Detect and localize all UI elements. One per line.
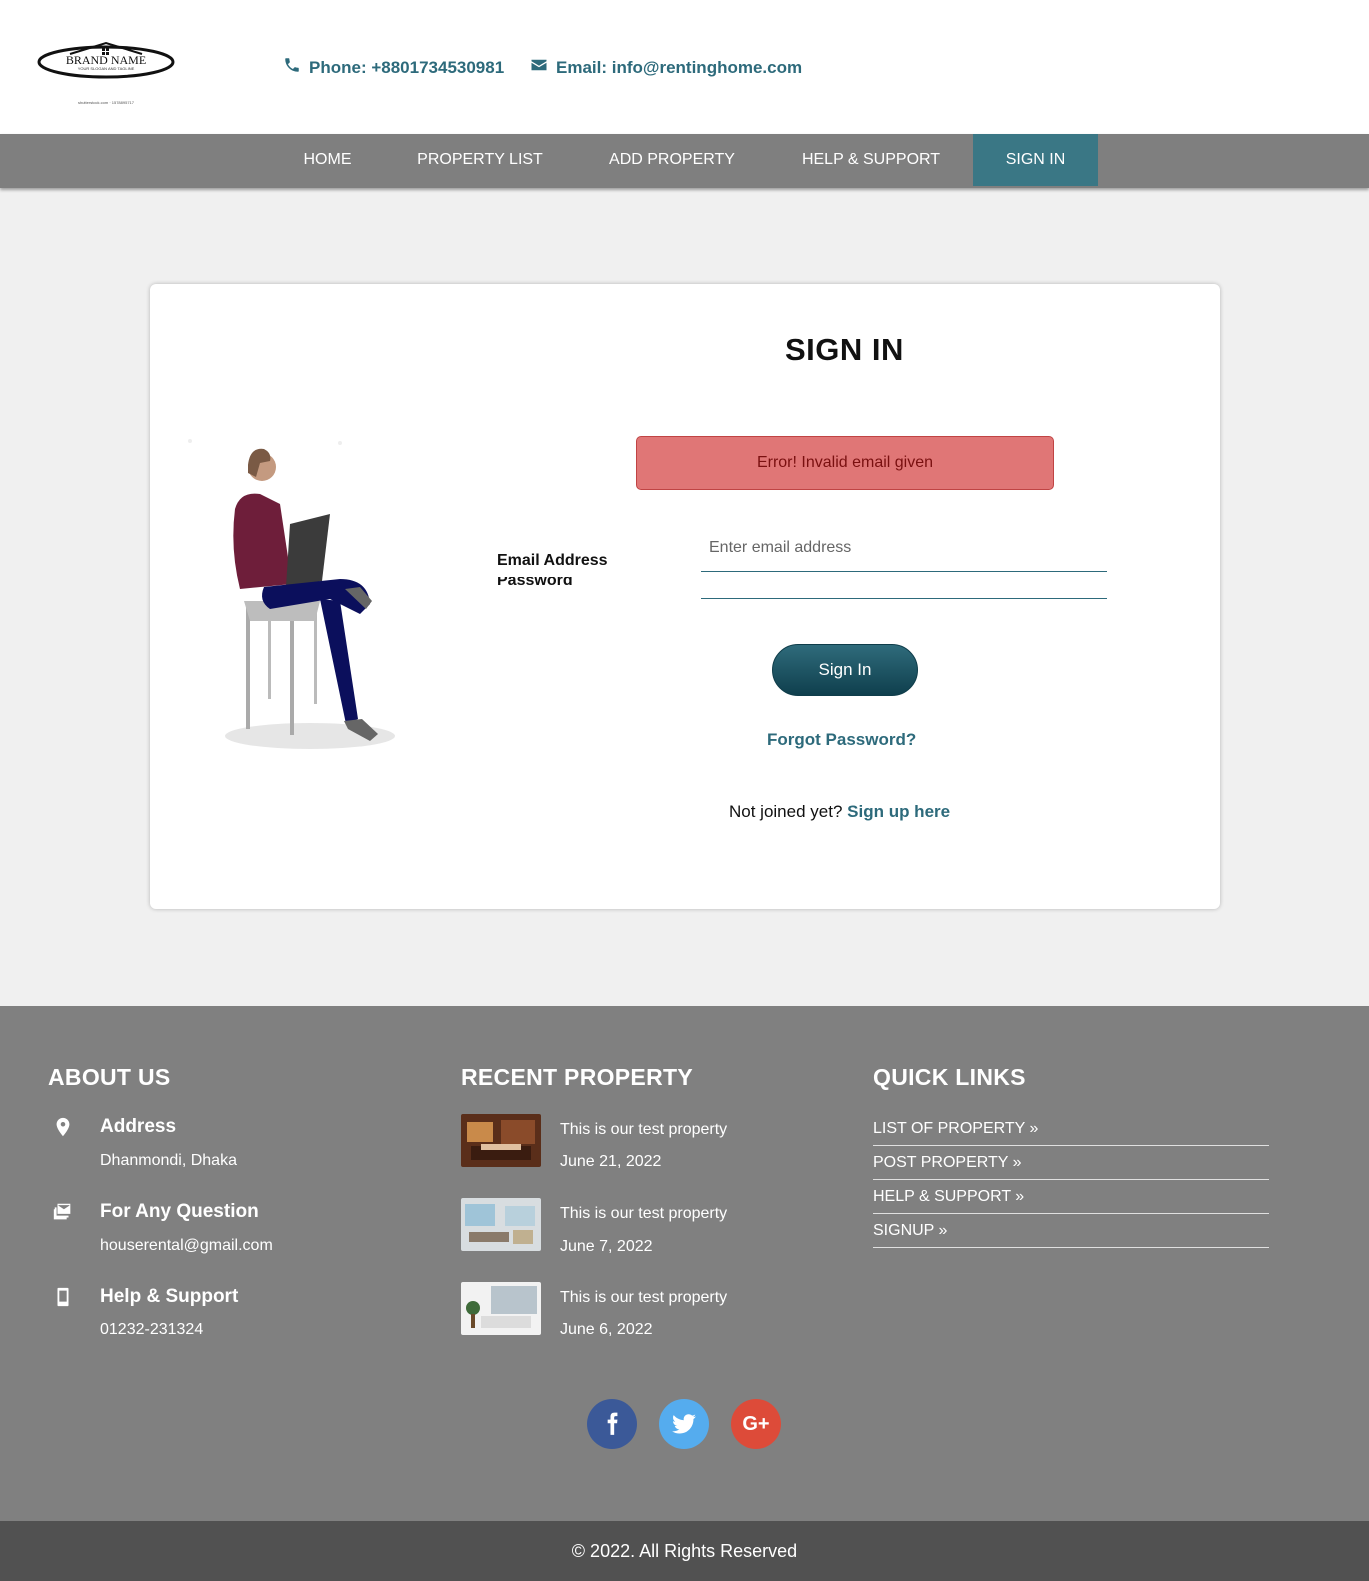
quick-link-post-property[interactable]: POST PROPERTY »: [873, 1146, 1269, 1180]
question-heading: For Any Question: [100, 1201, 259, 1222]
brand-tagline-text: YOUR SLOGAN AND TAGLINE: [78, 66, 135, 71]
recent-property-date-2: June 7, 2022: [560, 1238, 653, 1255]
top-header: BRAND NAME YOUR SLOGAN AND TAGLINE shutt…: [0, 0, 1369, 134]
help-support-phone: 01232-231324: [100, 1321, 204, 1338]
brand-credit-text: shutterstock.com · 1578895717: [78, 100, 135, 105]
map-pin-icon: [52, 1116, 74, 1138]
recent-property-date-1: June 21, 2022: [560, 1153, 662, 1170]
recent-property-title-3[interactable]: This is our test property: [560, 1289, 727, 1307]
property-thumbnail[interactable]: [461, 1114, 541, 1167]
facebook-icon[interactable]: [587, 1399, 637, 1449]
site-footer: ABOUT US Address Dhanmondi, Dhaka For An…: [0, 1006, 1369, 1521]
mail-stack-icon: [52, 1201, 74, 1223]
property-thumbnail[interactable]: [461, 1282, 541, 1335]
brand-name-text: BRAND NAME: [66, 53, 146, 67]
brand-logo[interactable]: BRAND NAME YOUR SLOGAN AND TAGLINE shutt…: [36, 38, 176, 110]
question-email[interactable]: houserental@gmail.com: [100, 1237, 273, 1255]
nav-sign-in[interactable]: SIGN IN: [973, 134, 1098, 186]
email-label: Email Address: [497, 552, 608, 569]
nav-help-support[interactable]: HELP & SUPPORT: [786, 134, 956, 186]
email-contact[interactable]: Email: info@rentinghome.com: [530, 56, 802, 79]
sign-up-link[interactable]: Sign up here: [847, 802, 950, 821]
nav-home[interactable]: HOME: [285, 134, 370, 186]
password-input[interactable]: [701, 574, 1107, 599]
copyright-bar: © 2022. All Rights Reserved: [0, 1521, 1369, 1581]
property-thumbnail[interactable]: [461, 1198, 541, 1251]
recent-property-title: RECENT PROPERTY: [461, 1064, 693, 1090]
mobile-icon: [52, 1286, 74, 1308]
nav-add-property[interactable]: ADD PROPERTY: [592, 134, 752, 186]
man-with-laptop-illustration: [180, 429, 410, 759]
not-joined-text: Not joined yet?: [729, 802, 843, 821]
main-nav: HOME PROPERTY LIST ADD PROPERTY HELP & S…: [0, 134, 1369, 188]
nav-property-list[interactable]: PROPERTY LIST: [400, 134, 560, 186]
recent-property-title-1[interactable]: This is our test property: [560, 1121, 727, 1139]
recent-property-date-3: June 6, 2022: [560, 1321, 653, 1338]
phone-contact[interactable]: Phone: +8801734530981: [283, 56, 504, 79]
phone-text: Phone: +8801734530981: [309, 57, 505, 77]
signin-title: SIGN IN: [785, 332, 904, 367]
help-support-heading: Help & Support: [100, 1286, 239, 1307]
forgot-password-link[interactable]: Forgot Password?: [767, 730, 916, 750]
quick-links-title: QUICK LINKS: [873, 1064, 1026, 1090]
error-alert: Error! Invalid email given: [636, 436, 1054, 490]
address-text: Dhanmondi, Dhaka: [100, 1152, 237, 1169]
password-label: Password: [497, 577, 573, 589]
google-plus-icon[interactable]: G+: [731, 1399, 781, 1449]
signup-prompt: Not joined yet? Sign up here: [729, 802, 950, 822]
recent-property-title-2[interactable]: This is our test property: [560, 1205, 727, 1223]
phone-icon: [283, 56, 301, 79]
quick-link-list-of-property[interactable]: LIST OF PROPERTY »: [873, 1112, 1269, 1146]
quick-link-help-support[interactable]: HELP & SUPPORT »: [873, 1180, 1269, 1214]
envelope-icon: [530, 56, 548, 79]
quick-link-signup[interactable]: SIGNUP »: [873, 1214, 1269, 1248]
sign-in-button[interactable]: Sign In: [772, 644, 918, 696]
address-heading: Address: [100, 1116, 177, 1137]
google-plus-glyph: G+: [742, 1412, 770, 1435]
email-input[interactable]: [701, 524, 1107, 572]
email-text: Email: info@rentinghome.com: [556, 57, 803, 77]
signin-card: SIGN IN Error! Invalid email given Email…: [150, 284, 1220, 909]
twitter-icon[interactable]: [659, 1399, 709, 1449]
about-us-title: ABOUT US: [48, 1064, 171, 1090]
